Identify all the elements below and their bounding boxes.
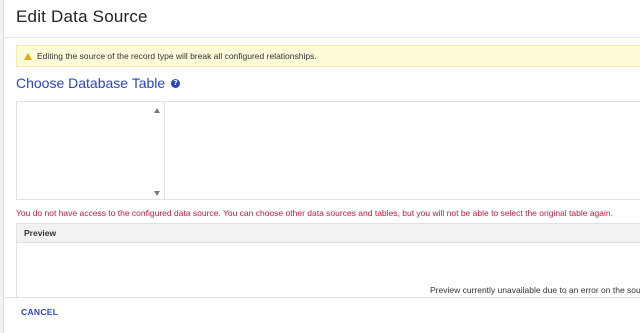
dialog-title: Edit Data Source [16,7,148,26]
section-heading: Choose Database Table ? [16,75,181,91]
edit-data-source-dialog: Edit Data Source Editing the source of t… [3,0,640,333]
choose-table-heading: Choose Database Table [16,75,166,91]
warning-banner: Editing the source of the record type wi… [16,45,640,67]
help-icon[interactable]: ? [171,78,181,88]
database-table-list[interactable] [17,102,165,199]
cancel-button[interactable]: CANCEL [21,307,58,317]
scroll-down-arrow-icon[interactable] [154,191,160,196]
warning-banner-text: Editing the source of the record type wi… [37,51,317,61]
access-error-message: You do not have access to the configured… [16,208,613,218]
warning-icon [24,52,32,60]
preview-header: Preview [17,224,640,243]
scroll-up-arrow-icon[interactable] [154,108,160,113]
footer-divider [4,297,640,298]
title-divider [4,37,640,38]
preview-unavailable-message: Preview currently unavailable due to an … [430,285,640,295]
table-picker [16,101,640,200]
preview-panel: Preview Preview currently unavailable du… [16,223,640,298]
